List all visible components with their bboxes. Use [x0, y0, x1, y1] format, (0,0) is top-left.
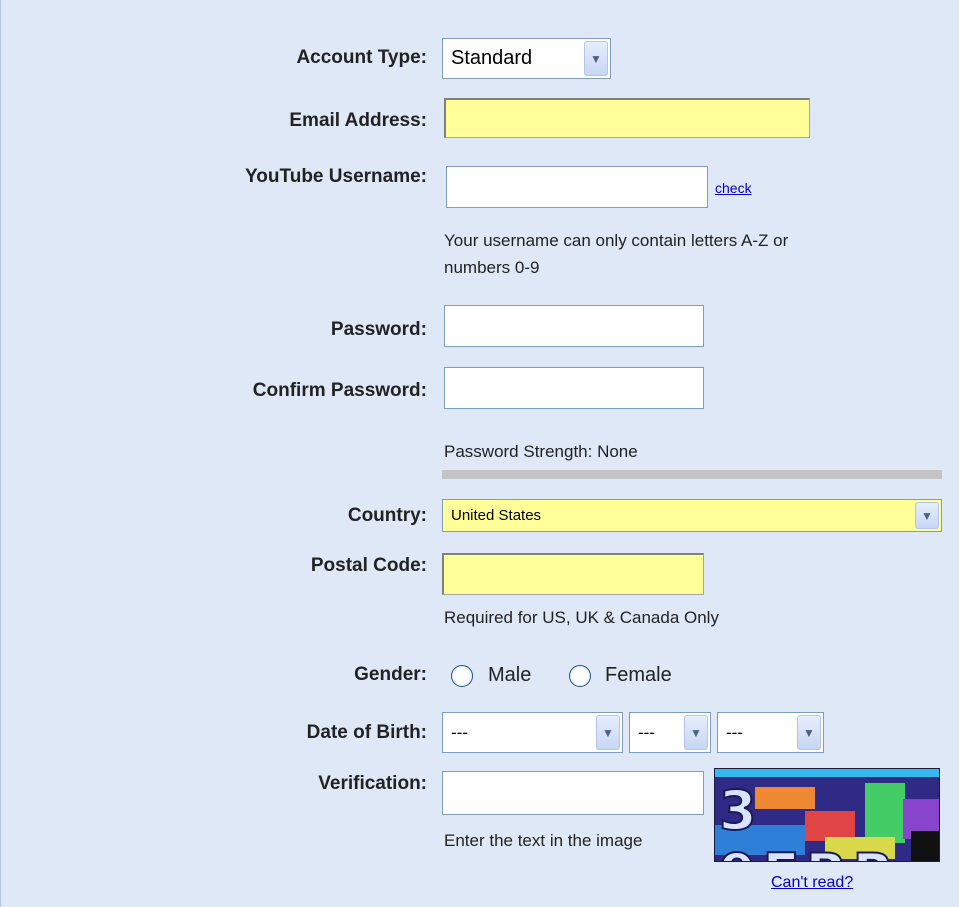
chevron-down-icon[interactable]: ▼: [915, 502, 939, 529]
country-value: United States: [451, 507, 542, 524]
captcha-image: 3 9FBR: [714, 768, 940, 862]
postal-code-field[interactable]: [442, 553, 704, 595]
username-hint-line1: Your username can only contain letters A…: [444, 231, 789, 250]
postal-code-hint: Required for US, UK & Canada Only: [444, 608, 719, 627]
email-field[interactable]: [444, 98, 810, 138]
account-type-select[interactable]: Standard ▼: [442, 38, 611, 79]
verification-field[interactable]: [442, 771, 704, 815]
username-field[interactable]: [446, 166, 708, 208]
confirm-password-field[interactable]: [444, 367, 704, 409]
password-field[interactable]: [444, 305, 704, 347]
country-label: Country:: [347, 505, 427, 526]
gender-male-radio[interactable]: [451, 665, 473, 687]
account-type-value: Standard: [451, 47, 533, 69]
chevron-down-icon[interactable]: ▼: [684, 715, 708, 750]
gender-female-radio[interactable]: [569, 665, 591, 687]
verification-label: Verification:: [318, 773, 427, 794]
gender-male-label[interactable]: Male: [488, 664, 531, 687]
birth-month-value: ---: [451, 722, 468, 742]
date-of-birth-label: Date of Birth:: [306, 722, 427, 743]
email-label: Email Address:: [289, 110, 427, 131]
gender-female-label[interactable]: Female: [605, 664, 672, 687]
birth-day-value: ---: [638, 722, 655, 742]
check-username-link[interactable]: check: [715, 180, 752, 196]
username-label: YouTube Username:: [245, 166, 427, 187]
signup-form-panel: Account Type: Standard ▼ Email Address: …: [0, 0, 959, 907]
birth-month-select[interactable]: --- ▼: [442, 712, 623, 753]
gender-label: Gender:: [354, 664, 427, 685]
birth-year-value: ---: [726, 722, 743, 742]
confirm-password-label: Confirm Password:: [252, 380, 427, 401]
password-label: Password:: [330, 319, 427, 340]
postal-code-label: Postal Code:: [310, 555, 427, 576]
username-hint-line2: numbers 0-9: [444, 258, 540, 277]
chevron-down-icon[interactable]: ▼: [596, 715, 620, 750]
cant-read-link[interactable]: Can't read?: [771, 874, 853, 892]
account-type-label: Account Type:: [296, 47, 427, 68]
chevron-down-icon[interactable]: ▼: [584, 41, 608, 76]
chevron-down-icon[interactable]: ▼: [797, 715, 821, 750]
password-strength-bar: [442, 470, 942, 479]
birth-year-select[interactable]: --- ▼: [717, 712, 824, 753]
username-hint: Your username can only contain letters A…: [444, 227, 788, 281]
verification-hint: Enter the text in the image: [444, 831, 643, 850]
country-select[interactable]: United States ▼: [442, 499, 942, 532]
password-strength-text: Password Strength: None: [444, 442, 638, 461]
birth-day-select[interactable]: --- ▼: [629, 712, 711, 753]
captcha-text: 3 9FBR: [718, 778, 895, 861]
